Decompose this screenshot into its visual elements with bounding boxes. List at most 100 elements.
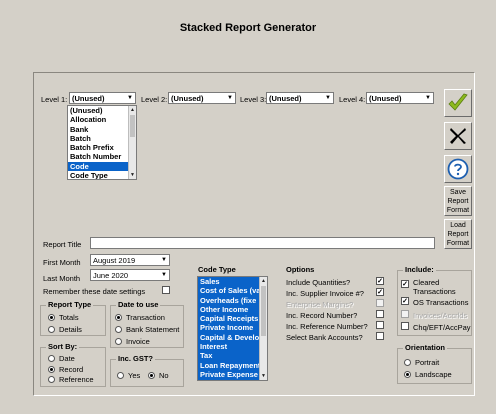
list-item[interactable]: Private Expense (198, 369, 259, 380)
remember-dates-checkbox[interactable] (162, 286, 170, 294)
list-item[interactable]: Sales (198, 277, 259, 287)
scroll-down-icon[interactable]: ▼ (260, 372, 267, 380)
scrollbar-thumb[interactable] (130, 115, 135, 137)
sort-by-reference[interactable]: Reference (48, 375, 94, 384)
invoice-label: Invoice (126, 337, 150, 346)
sort-by-record[interactable]: Record (48, 365, 83, 374)
load-report-format-button[interactable]: Load Report Format (444, 219, 472, 249)
radio-button[interactable] (48, 376, 55, 383)
scroll-up-icon[interactable]: ▲ (129, 106, 136, 114)
first-month-select[interactable]: August 2019 ▼ (90, 254, 170, 266)
remember-dates-label: Remember these date settings (43, 287, 146, 296)
os-transactions-label: OS Transactions (413, 298, 469, 307)
sort-by-date[interactable]: Date (48, 354, 75, 363)
orientation-landscape[interactable]: Landscape (404, 370, 452, 379)
orientation-portrait[interactable]: Portrait (404, 358, 439, 367)
list-item[interactable]: Batch Prefix (68, 143, 136, 152)
last-month-select[interactable]: June 2020 ▼ (90, 269, 170, 281)
dropdown-scrollbar[interactable]: ▲ ▼ (128, 106, 136, 179)
supplier-invoice-checkbox[interactable]: ✓ (376, 288, 384, 296)
date-invoice[interactable]: Invoice (115, 337, 150, 346)
chevron-down-icon[interactable]: ▼ (323, 93, 333, 103)
level-4-value: (Unused) (369, 93, 402, 103)
level-3-select[interactable]: (Unused) ▼ (266, 92, 334, 104)
list-item[interactable]: Overheads (fixe (198, 295, 259, 305)
radio-button[interactable] (115, 314, 122, 321)
chevron-down-icon[interactable]: ▼ (225, 93, 235, 103)
list-item[interactable]: Private Income (198, 323, 259, 333)
list-item-selected[interactable]: Code (68, 161, 128, 172)
checkmark-icon (448, 93, 468, 111)
level-1-select[interactable]: (Unused) ▼ (69, 92, 136, 104)
save-report-format-button[interactable]: Save Report Format (444, 186, 472, 216)
chevron-down-icon[interactable]: ▼ (159, 270, 169, 280)
report-title-input[interactable] (90, 237, 435, 249)
list-item[interactable]: Interest (198, 342, 259, 352)
chq-eft-accpay-checkbox[interactable] (401, 322, 409, 330)
last-month-label: Last Month (43, 274, 81, 283)
list-item[interactable]: (Unused) (68, 106, 136, 115)
scrollbar-thumb[interactable] (261, 286, 266, 336)
list-item[interactable]: Cost of Sales (va (198, 286, 259, 296)
report-type-totals[interactable]: Totals (48, 313, 79, 322)
gst-yes[interactable]: Yes (117, 371, 140, 380)
radio-button[interactable] (48, 326, 55, 333)
date-bank-statement[interactable]: Bank Statement (115, 325, 179, 334)
level-4-select[interactable]: (Unused) ▼ (366, 92, 434, 104)
bank-accounts-checkbox[interactable] (376, 332, 384, 340)
list-item[interactable]: Batch Number (68, 152, 136, 161)
reference-number-checkbox[interactable] (376, 321, 384, 329)
list-item[interactable]: Tax (198, 351, 259, 361)
level-1-value: (Unused) (72, 93, 105, 103)
scroll-up-icon[interactable]: ▲ (260, 277, 267, 285)
record-number-label: Inc. Record Number? (286, 311, 358, 320)
chevron-down-icon[interactable]: ▼ (423, 93, 433, 103)
list-item[interactable]: Capital Receipts (198, 314, 259, 324)
level-3-value: (Unused) (269, 93, 302, 103)
report-type-title: Report Type (46, 300, 94, 309)
help-button[interactable] (444, 155, 472, 183)
window-title: Stacked Report Generator (179, 22, 317, 34)
level-2-select[interactable]: (Unused) ▼ (168, 92, 236, 104)
radio-button[interactable] (404, 371, 411, 378)
gst-no[interactable]: No (148, 371, 169, 380)
no-label: No (159, 371, 169, 380)
radio-button[interactable] (404, 359, 411, 366)
list-item[interactable]: Other Income (198, 304, 259, 315)
radio-button[interactable] (48, 355, 55, 362)
list-item[interactable]: Capital & Develo (198, 332, 259, 343)
list-item[interactable]: Allocation (68, 115, 136, 124)
list-item[interactable]: Loan Repayment (198, 360, 259, 370)
include-quantities-checkbox[interactable]: ✓ (376, 277, 384, 285)
ok-button[interactable] (444, 89, 472, 117)
include-quantities-label: Include Quantities? (286, 278, 351, 287)
record-number-checkbox[interactable] (376, 310, 384, 318)
level-1-dropdown-list[interactable]: (Unused) Allocation Bank Batch Batch Pre… (67, 105, 137, 180)
first-month-label: First Month (43, 258, 81, 267)
date-transaction[interactable]: Transaction (115, 313, 165, 322)
yes-label: Yes (128, 371, 141, 380)
list-item[interactable]: Bank (68, 125, 136, 134)
radio-button[interactable] (48, 314, 55, 321)
radio-button[interactable] (115, 326, 122, 333)
radio-button[interactable] (48, 366, 55, 373)
invoices-accrlds-label: Invoices/Accrlds (413, 311, 468, 320)
chevron-down-icon[interactable]: ▼ (125, 93, 135, 103)
radio-button[interactable] (117, 372, 124, 379)
transaction-label: Transaction (126, 313, 165, 322)
enterprise-margins-label: Enterprise Margins? (286, 300, 354, 309)
radio-button[interactable] (115, 338, 122, 345)
code-type-scrollbar[interactable]: ▲ ▼ (259, 277, 267, 380)
scroll-down-icon[interactable]: ▼ (129, 171, 136, 179)
cleared-transactions-checkbox[interactable]: ✓ (401, 280, 409, 288)
code-type-listbox[interactable]: Sales Cost of Sales (va Overheads (fixe … (197, 276, 268, 381)
bank-accounts-label: Select Bank Accounts? (286, 333, 363, 342)
list-item[interactable]: Batch (68, 134, 136, 143)
radio-button[interactable] (148, 372, 155, 379)
os-transactions-checkbox[interactable]: ✓ (401, 297, 409, 305)
close-button[interactable] (444, 122, 472, 150)
list-item[interactable]: Code Type (68, 171, 136, 179)
report-type-details[interactable]: Details (48, 325, 82, 334)
level-2-value: (Unused) (171, 93, 204, 103)
chevron-down-icon[interactable]: ▼ (159, 255, 169, 265)
